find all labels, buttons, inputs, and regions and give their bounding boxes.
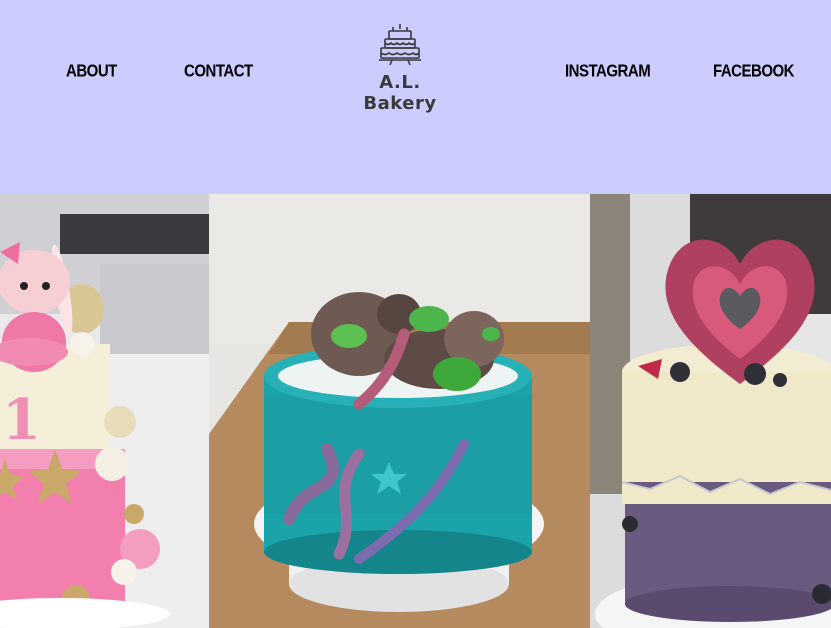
cake-gallery: 1 [0,194,831,628]
site-logo[interactable]: A.L. Bakery [340,22,460,114]
gallery-item-bunny-cake[interactable]: 1 [0,194,209,628]
nav-about-link[interactable]: ABOUT [66,62,117,82]
logo-text: A.L. Bakery [363,72,437,114]
cake-icon [379,24,421,66]
nav-contact-link[interactable]: CONTACT [184,62,253,82]
gallery-item-octopus-cake[interactable] [209,194,590,628]
octopus-cake-image [209,194,590,628]
nav-facebook-link[interactable]: FACEBOOK [713,62,795,82]
gallery-item-heart-cake[interactable] [590,194,831,628]
heart-cake-image [590,194,831,628]
bunny-cake-image: 1 [0,194,209,628]
site-header: ABOUT CONTACT A.L. Bakery INSTAGRAM FACE… [0,0,831,194]
nav-instagram-link[interactable]: INSTAGRAM [565,62,651,82]
svg-text:1: 1 [2,387,41,453]
